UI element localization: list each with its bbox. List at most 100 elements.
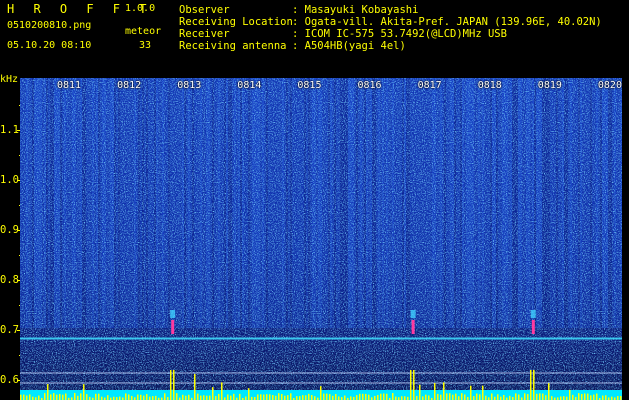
power-bar xyxy=(227,394,229,400)
power-bar xyxy=(74,393,76,400)
power-bar xyxy=(437,393,439,400)
power-bar xyxy=(578,393,580,400)
info-antenna-key: Receiving antenna xyxy=(179,40,287,52)
power-bar xyxy=(170,370,172,400)
spectrogram xyxy=(20,78,622,400)
power-bar xyxy=(443,382,445,400)
meteor-label: meteor xyxy=(125,26,162,37)
power-bar xyxy=(560,396,562,400)
power-bar xyxy=(455,393,457,400)
power-bar xyxy=(59,394,61,400)
power-bar xyxy=(416,395,418,400)
meteor-ping xyxy=(531,320,535,334)
power-bar xyxy=(98,393,100,400)
power-bar xyxy=(233,393,235,400)
hroft-window: H R O F F T 1.0.0 0510200810.png meteor … xyxy=(0,0,629,400)
power-bar xyxy=(422,396,424,400)
power-bar xyxy=(392,393,394,400)
power-bar xyxy=(572,394,574,400)
info-receiver-value: : ICOM IC-575 53.7492(@LCD)MHz USB xyxy=(292,28,507,40)
power-bar xyxy=(77,395,79,400)
power-bar xyxy=(380,393,382,400)
power-bar xyxy=(281,394,283,400)
power-bar xyxy=(590,395,592,400)
power-bar xyxy=(581,394,583,400)
power-bar xyxy=(428,395,430,400)
power-bar xyxy=(305,395,307,400)
info-receiver-key: Receiver xyxy=(179,28,230,40)
power-bar xyxy=(446,393,448,400)
power-bar xyxy=(83,384,85,400)
power-bar xyxy=(47,384,49,400)
file-datetime: 05.10.20 08:10 xyxy=(7,40,92,51)
power-bar xyxy=(401,396,403,400)
power-bar xyxy=(62,394,64,400)
power-bar xyxy=(206,395,208,400)
power-bar xyxy=(362,393,364,400)
power-bar xyxy=(20,394,22,400)
power-bar xyxy=(203,395,205,400)
power-bar xyxy=(152,396,154,400)
power-bar xyxy=(50,394,52,400)
power-bar xyxy=(509,395,511,400)
power-bar xyxy=(320,386,322,400)
power-bar xyxy=(248,388,250,400)
y-tick-label: 0.9 xyxy=(0,224,19,236)
power-bar xyxy=(425,394,427,400)
power-bar xyxy=(602,395,604,400)
power-bar xyxy=(272,395,274,400)
power-bar xyxy=(482,385,484,400)
power-bar xyxy=(359,393,361,400)
power-bar xyxy=(539,393,541,400)
power-bar xyxy=(257,394,259,400)
power-bar xyxy=(260,394,262,400)
power-bar xyxy=(395,396,397,400)
power-bar xyxy=(128,394,130,400)
power-bar xyxy=(173,370,175,400)
power-bar xyxy=(485,395,487,400)
power-bar xyxy=(449,393,451,400)
power-bar xyxy=(464,394,466,400)
power-bar xyxy=(215,396,217,400)
power-bar xyxy=(533,370,535,400)
power-bar xyxy=(188,394,190,400)
power-bar xyxy=(503,394,505,400)
power-bar xyxy=(356,395,358,400)
power-bar xyxy=(65,393,67,400)
file-name: 0510200810.png xyxy=(7,20,92,31)
power-bar xyxy=(164,393,166,400)
y-tick-label: 1.0 xyxy=(0,174,19,186)
power-bar xyxy=(383,393,385,400)
power-bar xyxy=(95,393,97,400)
power-bar xyxy=(584,393,586,400)
power-bar xyxy=(404,396,406,400)
power-bar xyxy=(143,395,145,400)
power-bar xyxy=(332,395,334,400)
meteor-ping-halo xyxy=(530,310,536,318)
power-bar xyxy=(194,374,196,400)
power-bar xyxy=(587,393,589,400)
power-bar xyxy=(458,396,460,400)
power-bar xyxy=(569,389,571,400)
power-bar xyxy=(218,393,220,400)
power-bar xyxy=(410,370,412,400)
power-bar xyxy=(287,395,289,400)
info-antenna-value: : A504HB(yagi 4el) xyxy=(292,40,406,52)
power-bar xyxy=(434,383,436,400)
app-version: 1.0.0 xyxy=(125,3,156,14)
power-bar xyxy=(23,394,25,400)
power-bar xyxy=(473,396,475,400)
power-bar xyxy=(515,393,517,400)
power-bar xyxy=(311,395,313,400)
power-bar xyxy=(368,394,370,400)
power-bar xyxy=(131,395,133,400)
power-bar xyxy=(308,393,310,400)
reference-line xyxy=(20,382,622,384)
power-bar xyxy=(86,394,88,400)
power-bar xyxy=(269,394,271,400)
power-bar xyxy=(176,393,178,400)
y-tick-label: 1.1 xyxy=(0,124,19,136)
power-bar xyxy=(344,395,346,400)
power-bar xyxy=(197,393,199,400)
power-bar xyxy=(440,394,442,400)
